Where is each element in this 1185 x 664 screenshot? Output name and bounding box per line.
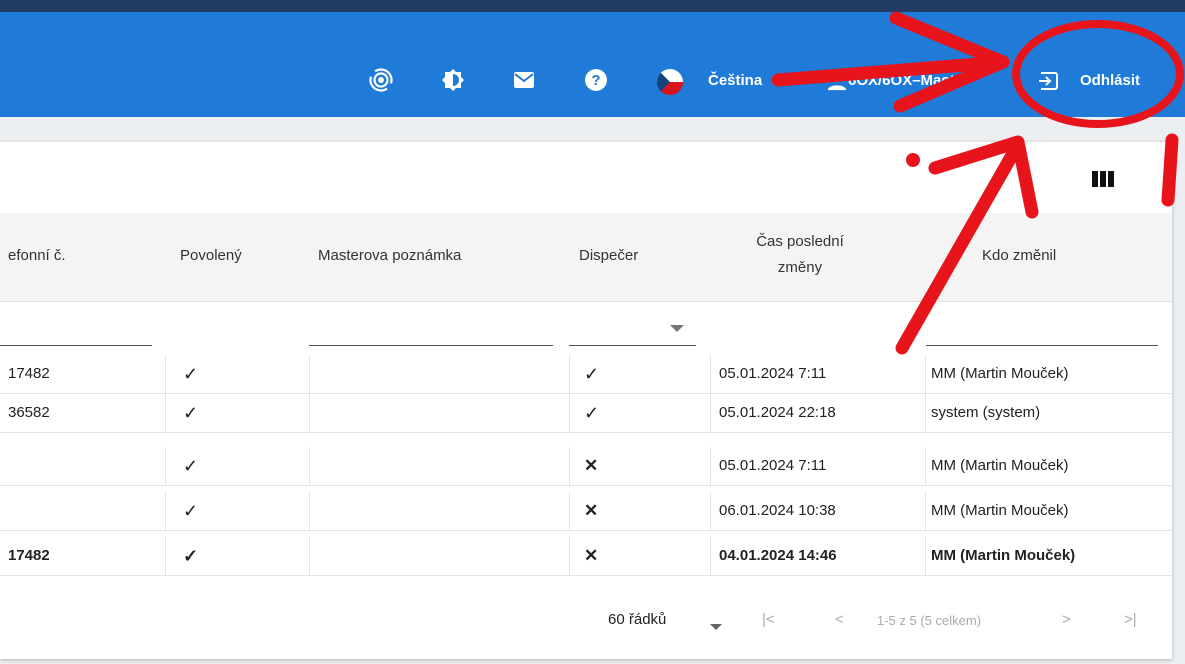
rows-per-page-select[interactable]: 60 řádků bbox=[608, 611, 666, 628]
cell-dispatcher: ✕ bbox=[584, 456, 599, 475]
first-page-icon[interactable]: |< bbox=[762, 611, 775, 628]
cell-changed-by: system (system) bbox=[931, 404, 1041, 421]
filter-dispatcher-select[interactable] bbox=[569, 345, 696, 346]
column-header-changed-by[interactable]: Kdo změnil bbox=[982, 247, 1056, 264]
cell-changed-by: MM (Martin Mouček) bbox=[931, 547, 1076, 564]
filter-note-input[interactable] bbox=[309, 345, 553, 346]
cell-enabled: ✓ bbox=[183, 501, 199, 521]
cell-last-change: 06.01.2024 10:38 bbox=[719, 502, 836, 519]
cell-changed-by: MM (Martin Mouček) bbox=[931, 457, 1069, 474]
logout-icon[interactable] bbox=[1037, 69, 1061, 93]
cell-enabled: ✓ bbox=[183, 364, 199, 384]
cell-dispatcher: ✕ bbox=[584, 546, 599, 565]
table-row[interactable]: ✓ ✕ 06.01.2024 10:38 MM (Martin Mouček) bbox=[0, 492, 1172, 531]
cell-phone: 17482 bbox=[8, 547, 50, 564]
language-label[interactable]: Čeština bbox=[708, 72, 762, 89]
column-header-enabled[interactable]: Povolený bbox=[180, 247, 242, 264]
cell-phone: 17482 bbox=[8, 365, 50, 382]
filter-changed-by-input[interactable] bbox=[926, 345, 1158, 346]
user-label[interactable]: 6OX/6OX–Master bbox=[848, 72, 969, 89]
table-row[interactable]: 17482 ✓ ✕ 04.01.2024 14:46 MM (Martin Mo… bbox=[0, 537, 1172, 576]
column-header-note[interactable]: Masterova poznámka bbox=[318, 247, 461, 264]
filter-phone-input[interactable] bbox=[0, 345, 152, 346]
cell-enabled: ✓ bbox=[183, 456, 199, 476]
cell-last-change: 04.01.2024 14:46 bbox=[719, 547, 837, 564]
table-row[interactable]: 17482 ✓ ✓ 05.01.2024 7:11 MM (Martin Mou… bbox=[0, 355, 1172, 394]
czech-flag-icon[interactable] bbox=[656, 68, 684, 96]
prev-page-icon[interactable]: < bbox=[835, 611, 844, 628]
mail-icon[interactable] bbox=[512, 68, 536, 92]
cell-phone: 36582 bbox=[8, 404, 50, 421]
cell-dispatcher: ✕ bbox=[584, 501, 599, 520]
cell-dispatcher: ✓ bbox=[584, 403, 600, 423]
column-header-phone[interactable]: efonní č. bbox=[8, 247, 66, 264]
chevron-down-icon[interactable] bbox=[670, 320, 684, 338]
last-page-icon[interactable]: >| bbox=[1124, 611, 1137, 628]
next-page-icon[interactable]: > bbox=[1062, 611, 1071, 628]
column-header-dispatcher[interactable]: Dispečer bbox=[579, 247, 638, 264]
cell-last-change: 05.01.2024 22:18 bbox=[719, 404, 836, 421]
chevron-down-icon[interactable] bbox=[710, 618, 722, 636]
broadcast-icon[interactable] bbox=[369, 68, 393, 92]
top-strip bbox=[0, 0, 1185, 12]
cell-changed-by: MM (Martin Mouček) bbox=[931, 502, 1069, 519]
user-icon[interactable] bbox=[826, 70, 848, 92]
cell-last-change: 05.01.2024 7:11 bbox=[719, 457, 827, 474]
table-row[interactable]: ✓ ✕ 05.01.2024 7:11 MM (Martin Mouček) bbox=[0, 447, 1172, 486]
brightness-icon[interactable] bbox=[441, 68, 465, 92]
cell-dispatcher: ✓ bbox=[584, 364, 600, 384]
cell-changed-by: MM (Martin Mouček) bbox=[931, 365, 1069, 382]
cell-last-change: 05.01.2024 7:11 bbox=[719, 365, 827, 382]
table-row[interactable]: 36582 ✓ ✓ 05.01.2024 22:18 system (syste… bbox=[0, 394, 1172, 433]
app-bar: ? Čeština 6OX/6OX–Master Odhlásit bbox=[0, 12, 1185, 117]
cell-enabled: ✓ bbox=[183, 546, 199, 566]
help-icon[interactable]: ? bbox=[584, 68, 608, 92]
filter-row bbox=[0, 302, 1172, 348]
cell-enabled: ✓ bbox=[183, 403, 199, 423]
column-header-last-change[interactable]: Čas poslední změny bbox=[735, 229, 865, 281]
page-range-label: 1-5 z 5 (5 celkem) bbox=[877, 613, 982, 628]
svg-text:?: ? bbox=[591, 72, 600, 89]
table-header: efonní č. Povolený Masterova poznámka Di… bbox=[0, 213, 1172, 302]
logout-button[interactable]: Odhlásit bbox=[1080, 72, 1140, 89]
columns-icon[interactable] bbox=[1092, 170, 1114, 193]
